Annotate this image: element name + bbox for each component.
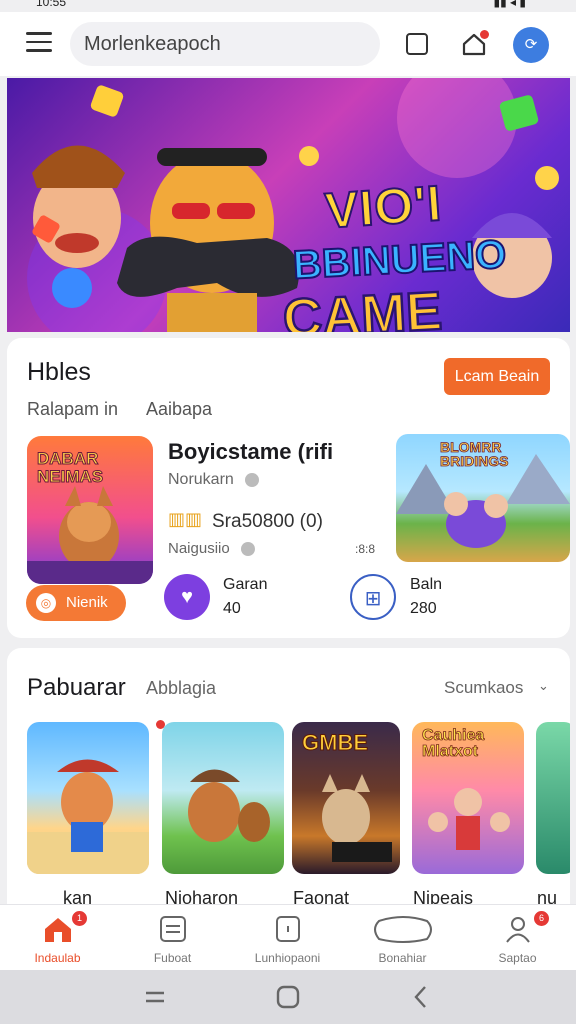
mini-stat-value-2: 280 xyxy=(410,600,437,617)
nav-label: Lunhiopaoni xyxy=(254,951,321,965)
search-input[interactable]: Morlenkeapoch xyxy=(70,22,380,66)
recents-icon[interactable] xyxy=(142,984,168,1010)
learn-button[interactable]: Lcam Beain xyxy=(444,358,550,395)
section-subtitle-left: Ralapam in xyxy=(27,399,119,419)
game-card[interactable] xyxy=(536,722,570,874)
home-icon xyxy=(45,918,71,942)
game-art xyxy=(188,769,270,842)
developer-name: Norukarn xyxy=(168,471,234,488)
grid-icon[interactable]: ⊞ xyxy=(350,574,396,620)
game-title: Cauhiea Mlatxot xyxy=(422,727,485,760)
game-art xyxy=(27,759,149,874)
popular-subtitle: Abblagia xyxy=(146,678,217,698)
game-label[interactable]: Nipeais xyxy=(413,888,473,904)
home-notification-icon[interactable] xyxy=(460,30,489,58)
status-icons: ▮▮ ◂ ▮ xyxy=(493,0,526,9)
mini-stat-label-2: Baln xyxy=(410,576,443,593)
featured-game-title[interactable]: Boyicstame (rifi xyxy=(168,439,333,465)
hero-banner[interactable]: VIO'I BBINUENO CAME xyxy=(7,78,570,332)
game-card[interactable] xyxy=(162,722,284,874)
mini-stat-label-1: Garan xyxy=(223,576,268,593)
nav-item-home[interactable]: 1 Indaulab xyxy=(0,905,115,971)
game-card[interactable]: GMBE xyxy=(292,722,400,874)
home-button-icon[interactable] xyxy=(275,984,301,1010)
see-more-link[interactable]: Scumkaos xyxy=(444,678,523,698)
controller-icon[interactable]: ♥ xyxy=(164,574,210,620)
bottom-navigation: 1 Indaulab Fuboat Lunhiopaoni Bonahiar 6… xyxy=(0,904,576,970)
nav-item-profile[interactable]: 6 Saptao xyxy=(460,905,575,971)
game-label[interactable]: nu xyxy=(537,888,557,904)
popular-section: Pabuarar Abblagia Scumkaos ⌄ GMBE Cauhie… xyxy=(7,648,570,904)
top-app-bar: Morlenkeapoch ⟳ xyxy=(0,12,576,76)
chevron-down-icon[interactable]: ⌄ xyxy=(538,678,549,694)
status-time: 10:55 xyxy=(36,0,67,9)
nav-item-social[interactable]: Bonahiar xyxy=(345,905,460,971)
section-subtitle-right: Aaibapa xyxy=(146,399,213,419)
search-icon: ◎ xyxy=(36,593,56,613)
menu-icon[interactable] xyxy=(26,32,52,54)
avatar[interactable]: ⟳ xyxy=(513,27,549,63)
featured-game-thumbnail[interactable]: DABAR NEIMAS xyxy=(27,436,153,584)
banner-headline-1: VIO'I xyxy=(322,174,445,240)
square-icon xyxy=(276,916,300,942)
side-game-thumbnail[interactable]: BLOMRR BRIDINGS xyxy=(396,434,570,562)
system-navigation-bar xyxy=(0,970,576,1024)
square-icon[interactable] xyxy=(403,30,431,58)
nav-badge: 6 xyxy=(534,911,549,926)
game-card[interactable]: Cauhiea Mlatxot xyxy=(412,722,524,874)
game-tag: Naigusiio xyxy=(168,540,230,557)
list-icon xyxy=(160,916,186,942)
featured-card: Hbles Ralapam in Aaibapa Lcam Beain DABA… xyxy=(7,338,570,638)
nav-item-feed[interactable]: Fuboat xyxy=(115,905,230,971)
play-button[interactable]: ◎ Nienik xyxy=(26,585,126,621)
nav-label: Indaulab xyxy=(34,951,81,965)
nav-item-library[interactable]: Lunhiopaoni xyxy=(230,905,345,971)
game-label[interactable]: kan xyxy=(63,888,92,904)
nav-badge: 1 xyxy=(72,911,87,926)
game-stat: Sra50800 (0) xyxy=(212,511,323,532)
game-label[interactable]: Nioharon xyxy=(165,888,238,904)
stats-icon: ▥▥ xyxy=(168,509,203,529)
person-icon xyxy=(506,917,530,943)
popular-title: Pabuarar xyxy=(27,674,126,701)
section-title: Hbles xyxy=(27,358,91,386)
status-bar: 10:55 ▮▮ ◂ ▮ xyxy=(0,0,576,12)
game-time: :8:8 xyxy=(355,542,376,556)
tag-info-icon xyxy=(241,542,255,556)
mini-stat-value-1: 40 xyxy=(223,600,241,617)
side-thumbnail-title: BLOMRR BRIDINGS xyxy=(440,439,509,469)
gamepad-icon xyxy=(374,916,432,943)
nav-label: Fuboat xyxy=(153,951,192,965)
nav-label: Bonahiar xyxy=(378,951,427,965)
nav-label: Saptao xyxy=(498,951,537,965)
game-card[interactable] xyxy=(27,722,149,874)
thumbnail-title: DABAR NEIMAS xyxy=(37,449,104,486)
play-button-label: Nienik xyxy=(66,594,108,611)
game-title: GMBE xyxy=(302,730,369,756)
verified-icon xyxy=(245,473,259,487)
game-label[interactable]: Faonat xyxy=(293,888,349,904)
banner-headline-3: CAME xyxy=(280,280,444,332)
back-icon[interactable] xyxy=(408,984,434,1010)
